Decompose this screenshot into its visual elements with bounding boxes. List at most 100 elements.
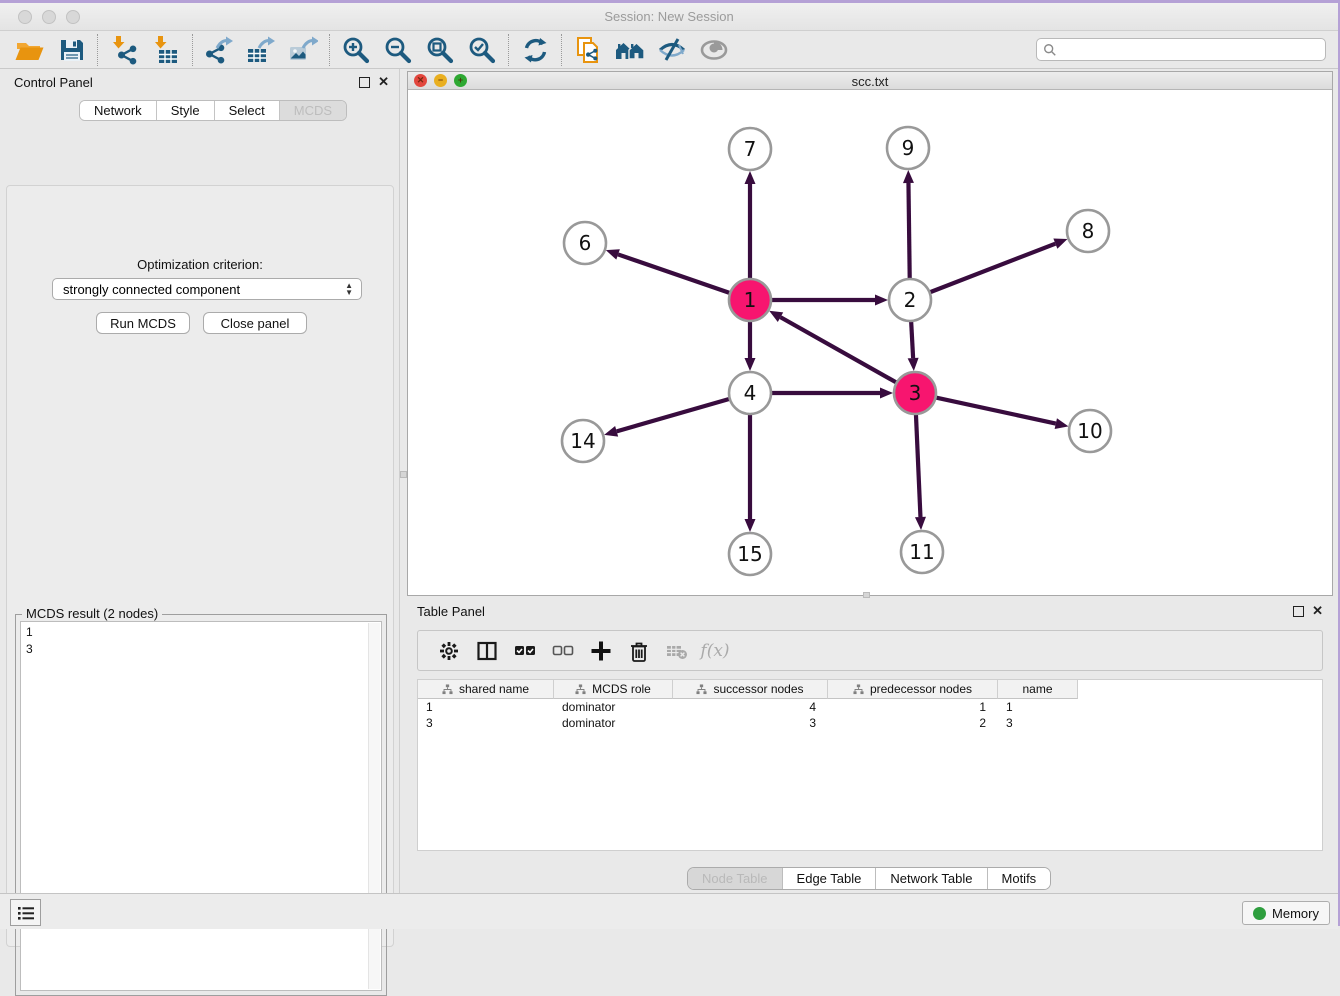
edge-2-9[interactable]: [908, 183, 909, 281]
column-header-MCDS-role[interactable]: MCDS role: [554, 680, 673, 699]
column-header-predecessor-nodes[interactable]: predecessor nodes: [828, 680, 998, 699]
graph-node-1[interactable]: 1: [729, 279, 771, 321]
network-canvas[interactable]: 7 9 6 8 1 2 4 3 14 10 15 11: [408, 90, 1332, 595]
column-header-shared-name[interactable]: shared name: [418, 680, 554, 699]
open-session-button[interactable]: [8, 33, 50, 67]
optimization-criterion-label: Optimization criterion:: [7, 257, 393, 272]
export-network-button[interactable]: [198, 33, 240, 67]
control-tab-style[interactable]: Style: [157, 101, 215, 120]
task-history-button[interactable]: [10, 899, 41, 926]
trash-icon: [627, 639, 651, 663]
gear-icon: [437, 639, 461, 663]
control-tab-select[interactable]: Select: [215, 101, 280, 120]
zoom-selected-button[interactable]: [461, 33, 503, 67]
zoom-out-button[interactable]: [377, 33, 419, 67]
search-input[interactable]: [1061, 43, 1319, 57]
control-tab-mcds[interactable]: MCDS: [280, 101, 346, 120]
table-cell[interactable]: 1: [998, 699, 1078, 715]
control-panel: Control Panel ✕ NetworkStyleSelectMCDS O…: [0, 69, 400, 893]
close-panel-icon[interactable]: ✕: [378, 75, 389, 89]
run-mcds-button[interactable]: Run MCDS: [96, 312, 190, 334]
memory-button[interactable]: Memory: [1242, 901, 1330, 925]
import-network-icon: [109, 35, 139, 65]
vertical-divider-handle[interactable]: [400, 471, 407, 478]
add-column-button[interactable]: [582, 634, 620, 668]
table-cell[interactable]: 1: [828, 699, 998, 715]
edge-4-14[interactable]: [617, 398, 732, 431]
apply-layout-button[interactable]: [514, 33, 556, 67]
search-box[interactable]: [1036, 38, 1326, 61]
clone-network-button[interactable]: [567, 33, 609, 67]
graph-node-14[interactable]: 14: [562, 420, 604, 462]
zoom-fit-button[interactable]: [419, 33, 461, 67]
node-label: 2: [904, 288, 917, 312]
edge-arrowhead: [880, 388, 893, 399]
table-cell[interactable]: 4: [673, 699, 828, 715]
table-cell[interactable]: 3: [673, 715, 828, 731]
table-float-panel-icon[interactable]: [1293, 606, 1304, 617]
show-columns-button[interactable]: [468, 634, 506, 668]
edge-3-1[interactable]: [780, 317, 898, 383]
graph-node-9[interactable]: 9: [887, 127, 929, 169]
graph-node-6[interactable]: 6: [564, 222, 606, 264]
edge-arrowhead: [604, 426, 618, 437]
network-window-title: scc.txt: [408, 74, 1332, 89]
deselect-all-rows-button[interactable]: [544, 634, 582, 668]
zoom-in-button[interactable]: [335, 33, 377, 67]
dropdown-chevrons-icon: ▲▼: [345, 282, 353, 296]
mcds-result-textarea[interactable]: 1 3: [20, 621, 382, 991]
table-row[interactable]: 3dominator323: [418, 715, 1078, 731]
graph-node-11[interactable]: 11: [901, 531, 943, 573]
edge-2-8[interactable]: [928, 244, 1056, 293]
control-tab-network[interactable]: Network: [80, 101, 157, 120]
table-cell[interactable]: 3: [998, 715, 1078, 731]
table-tab-motifs[interactable]: Motifs: [988, 868, 1051, 889]
graph-node-3[interactable]: 3: [894, 372, 936, 414]
network-home-button[interactable]: [609, 33, 651, 67]
table-cell[interactable]: 3: [418, 715, 554, 731]
network-window-titlebar[interactable]: ✕ − + scc.txt: [408, 72, 1332, 90]
graph-node-10[interactable]: 10: [1069, 410, 1111, 452]
table-cell[interactable]: dominator: [554, 715, 673, 731]
table-row[interactable]: 1dominator411: [418, 699, 1078, 715]
table-cell[interactable]: 1: [418, 699, 554, 715]
table-options-button[interactable]: [430, 634, 468, 668]
float-panel-icon[interactable]: [359, 77, 370, 88]
import-table-icon: [151, 35, 181, 65]
column-header-successor-nodes[interactable]: successor nodes: [673, 680, 828, 699]
graph-node-7[interactable]: 7: [729, 128, 771, 170]
delete-column-button[interactable]: [620, 634, 658, 668]
column-header-name[interactable]: name: [998, 680, 1078, 699]
edge-1-6[interactable]: [618, 254, 732, 293]
toggle-style-button[interactable]: [651, 33, 693, 67]
node-label: 1: [744, 288, 757, 312]
import-table-button[interactable]: [145, 33, 187, 67]
table-cell[interactable]: 2: [828, 715, 998, 731]
table-tab-node-table[interactable]: Node Table: [688, 868, 783, 889]
optimization-criterion-select[interactable]: strongly connected component ▲▼: [52, 278, 362, 300]
column-header-label: predecessor nodes: [870, 682, 972, 696]
graph-node-8[interactable]: 8: [1067, 210, 1109, 252]
select-all-rows-button[interactable]: [506, 634, 544, 668]
node-label: 8: [1082, 219, 1095, 243]
graph-node-15[interactable]: 15: [729, 533, 771, 575]
edge-2-3[interactable]: [911, 319, 913, 358]
graph-node-2[interactable]: 2: [889, 279, 931, 321]
table-cell[interactable]: dominator: [554, 699, 673, 715]
table-tab-network-table[interactable]: Network Table: [876, 868, 987, 889]
table-close-panel-icon[interactable]: ✕: [1312, 604, 1323, 618]
close-panel-button[interactable]: Close panel: [203, 312, 307, 334]
save-icon: [56, 35, 86, 65]
uncheck-pair-icon: [551, 639, 575, 663]
export-image-button[interactable]: [282, 33, 324, 67]
export-table-button[interactable]: [240, 33, 282, 67]
table-tab-edge-table[interactable]: Edge Table: [783, 868, 877, 889]
eye-gray-icon: [699, 35, 729, 65]
edge-3-11[interactable]: [916, 412, 921, 517]
mcds-result-scrollbar[interactable]: [368, 623, 380, 989]
edge-3-10[interactable]: [934, 397, 1056, 424]
split-icon: [475, 639, 499, 663]
graph-node-4[interactable]: 4: [729, 372, 771, 414]
save-session-button[interactable]: [50, 33, 92, 67]
import-network-button[interactable]: [103, 33, 145, 67]
